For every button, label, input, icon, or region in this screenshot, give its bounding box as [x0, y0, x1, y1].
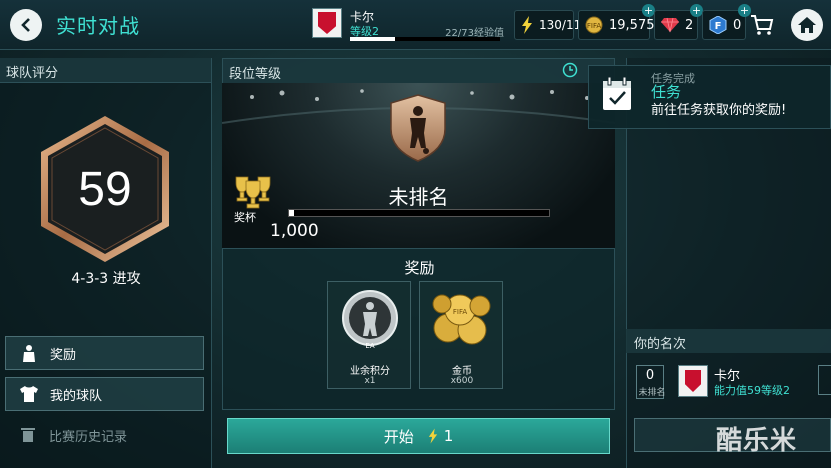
start-match-button[interactable]: 开始 1	[227, 418, 610, 454]
watermark: 酷乐米	[716, 426, 798, 456]
calendar-check-icon	[603, 76, 631, 110]
coin-icon: FIFA	[585, 16, 603, 34]
gems-value: 2	[685, 17, 694, 33]
player-icon	[18, 343, 40, 363]
task-notification[interactable]: 任务完成 任务 前往任务获取你的奖励!	[588, 65, 831, 129]
coins-counter[interactable]: FIFA 19,575 +	[578, 4, 655, 40]
match-history-button[interactable]: 比赛历史记录	[5, 418, 204, 452]
trophy-progress-bar	[288, 209, 550, 217]
team-rating-value: 59	[78, 162, 132, 216]
back-button[interactable]	[10, 9, 42, 41]
formation-label: 4-3-3 进攻	[71, 271, 141, 287]
energy-counter[interactable]: 130/11	[514, 10, 581, 40]
lightning-icon	[521, 16, 533, 34]
svg-text:EA: EA	[365, 342, 374, 350]
chevron-left-icon	[21, 18, 30, 32]
team-rating-panel: 球队评分 59 4-3-3 进攻 奖励 我的球队 比赛历史记录	[0, 58, 212, 468]
team-rating-header: 球队评分	[0, 58, 211, 83]
page-title: 实时对战	[56, 14, 140, 38]
division-header: 段位等级	[222, 58, 615, 83]
club-badge-icon	[678, 365, 708, 397]
your-rank-header: 你的名次	[626, 329, 831, 353]
rank-status: 未排名	[638, 388, 666, 398]
jersey-icon	[18, 384, 40, 404]
reward-card-amateur-points[interactable]: EA 业余积分 x1	[327, 281, 411, 389]
division-panel: 段位等级 未排名 奖杯 1,000 奖励 EA 业余积分 x1 FIFA 金币 …	[222, 58, 615, 468]
reward-quantity: x600	[450, 376, 474, 386]
trophy-progress-fill	[289, 210, 295, 216]
next-rank-card	[818, 365, 831, 395]
reward-quantity: x1	[364, 376, 376, 386]
match-history-label: 比赛历史记录	[49, 429, 128, 445]
coins-value: 19,575	[609, 17, 655, 33]
my-team-button[interactable]: 我的球队	[5, 377, 204, 411]
club-badge-icon	[312, 8, 342, 38]
rating-badge: 59	[38, 114, 172, 264]
timer-icon	[562, 62, 578, 78]
reward-label: 金币	[452, 366, 472, 377]
fifa-points-icon: F	[709, 16, 727, 34]
start-button-label: 开始	[383, 427, 414, 446]
rank-display: 未排名 奖杯 1,000	[222, 83, 615, 248]
your-rank-row[interactable]: 0 未排名 卡尔 能力值59等级2	[626, 355, 831, 405]
rewards-button-label: 奖励	[50, 347, 77, 363]
rank-name: 未排名	[388, 185, 449, 209]
points-value: 0	[733, 17, 742, 33]
rank-number: 0	[645, 368, 655, 383]
xp-progress-fill	[350, 37, 395, 41]
svg-text:FIFA: FIFA	[453, 308, 467, 316]
rewards-button[interactable]: 奖励	[5, 336, 204, 370]
trophy-label: 奖杯	[234, 211, 256, 224]
trophy-icon	[235, 176, 271, 209]
reward-card-coins[interactable]: FIFA 金币 x600	[419, 281, 503, 389]
home-icon	[798, 17, 816, 33]
unranked-shield-icon	[390, 94, 446, 162]
trash-history-icon	[17, 425, 39, 445]
xp-progress-bar	[350, 37, 500, 41]
rank-player-ability: 能力值59等级2	[714, 384, 790, 397]
rewards-title: 奖励	[404, 259, 435, 277]
profile-card[interactable]: 卡尔 等级2 22/73经验值	[312, 8, 504, 44]
points-counter[interactable]: F 0 +	[702, 4, 751, 40]
rewards-section: 奖励 EA 业余积分 x1 FIFA 金币 x600	[222, 248, 615, 410]
svg-text:F: F	[715, 21, 722, 32]
silver-badge-icon: EA	[342, 290, 398, 350]
gems-counter[interactable]: 2 +	[654, 4, 703, 40]
start-cost: 1	[443, 427, 454, 445]
gem-icon	[661, 17, 679, 33]
task-description: 前往任务获取你的奖励!	[651, 103, 787, 118]
svg-text:FIFA: FIFA	[587, 22, 601, 30]
reward-label: 业余积分	[350, 366, 390, 377]
cart-icon[interactable]	[750, 13, 774, 37]
top-bar: 实时对战 卡尔 等级2 22/73经验值 130/11 FIFA 19,575 …	[0, 0, 831, 50]
lightning-icon	[428, 428, 438, 444]
coin-pile-icon: FIFA	[432, 294, 491, 345]
energy-value: 130/11	[539, 18, 582, 32]
home-button[interactable]	[791, 9, 823, 41]
my-team-button-label: 我的球队	[50, 388, 103, 404]
trophy-value: 1,000	[270, 221, 319, 241]
